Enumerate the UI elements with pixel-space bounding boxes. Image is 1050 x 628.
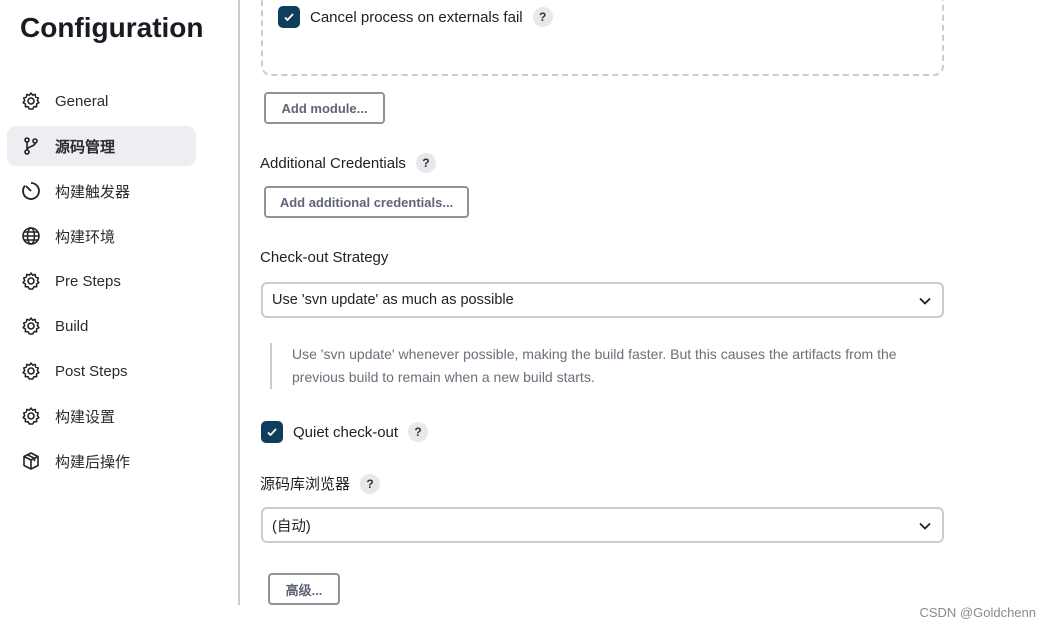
page-title: Configuration (20, 12, 204, 43)
sidebar-item-3[interactable]: 构建环境 (7, 216, 196, 256)
sidebar-item-label: 源码管理 (55, 138, 116, 156)
description-line: Use 'svn update' whenever possible, maki… (292, 346, 897, 362)
help-icon[interactable]: ? (408, 422, 429, 442)
cancel-process-checkbox[interactable] (278, 6, 300, 28)
add-credentials-button[interactable]: Add additional credentials... (264, 186, 469, 218)
advanced-button[interactable]: 高级... (268, 573, 340, 605)
watermark: CSDN @Goldchenn (919, 605, 1036, 620)
check-icon (284, 13, 294, 22)
sidebar-item-label: 构建设置 (55, 408, 116, 426)
sidebar-item-2[interactable]: 构建触发器 (7, 171, 196, 211)
sidebar-item-label: General (55, 92, 109, 110)
gear-icon (22, 317, 40, 335)
sidebar-item-1[interactable]: 源码管理 (7, 126, 196, 166)
help-icon[interactable]: ? (415, 153, 436, 173)
sidebar-item-label: 构建环境 (55, 228, 116, 246)
sidebar-item-5[interactable]: Build (7, 306, 196, 346)
help-icon[interactable]: ? (360, 473, 381, 494)
quiet-checkout-checkbox[interactable] (261, 421, 283, 443)
checkout-strategy-value: Use 'svn update' as much as possible (272, 292, 514, 308)
gear-icon (22, 272, 40, 290)
cancel-process-label: Cancel process on externals fail (310, 8, 523, 26)
chevron-down-icon (919, 297, 931, 305)
repo-browser-label: 源码库浏览器 (260, 476, 351, 493)
sidebar-item-4[interactable]: Pre Steps (7, 261, 196, 301)
additional-credentials-label: Additional Credentials (260, 154, 406, 172)
sidebar-item-label: Pre Steps (55, 272, 121, 290)
sidebar-item-7[interactable]: 构建设置 (7, 396, 196, 436)
timer-icon (22, 182, 40, 200)
gear-icon (22, 407, 40, 425)
check-icon (267, 428, 277, 437)
globe-icon (22, 227, 40, 245)
gear-icon (22, 92, 40, 110)
checkout-strategy-description: Use 'svn update' whenever possible, maki… (270, 343, 930, 389)
checkout-strategy-label: Check-out Strategy (260, 249, 389, 266)
gear-icon (22, 362, 40, 380)
quiet-checkout-label: Quiet check-out (293, 423, 399, 441)
branch-icon (24, 137, 38, 155)
sidebar-item-label: Post Steps (55, 362, 128, 380)
sidebar-item-0[interactable]: General (7, 81, 196, 121)
repo-browser-value: (自动) (272, 518, 311, 535)
sidebar-divider (238, 0, 240, 605)
sidebar-item-label: 构建触发器 (55, 183, 131, 201)
package-icon (23, 452, 39, 470)
repo-browser-select[interactable]: (自动) (261, 507, 944, 543)
add-module-button[interactable]: Add module... (264, 92, 385, 124)
chevron-down-icon (919, 522, 931, 530)
sidebar-item-6[interactable]: Post Steps (7, 351, 196, 391)
sidebar-item-label: 构建后操作 (55, 453, 131, 471)
sidebar-item-label: Build (55, 317, 89, 335)
sidebar-item-8[interactable]: 构建后操作 (7, 441, 196, 481)
description-line: previous build to remain when a new buil… (292, 369, 595, 385)
checkout-strategy-select[interactable]: Use 'svn update' as much as possible (261, 282, 944, 318)
help-icon[interactable]: ? (532, 7, 553, 27)
